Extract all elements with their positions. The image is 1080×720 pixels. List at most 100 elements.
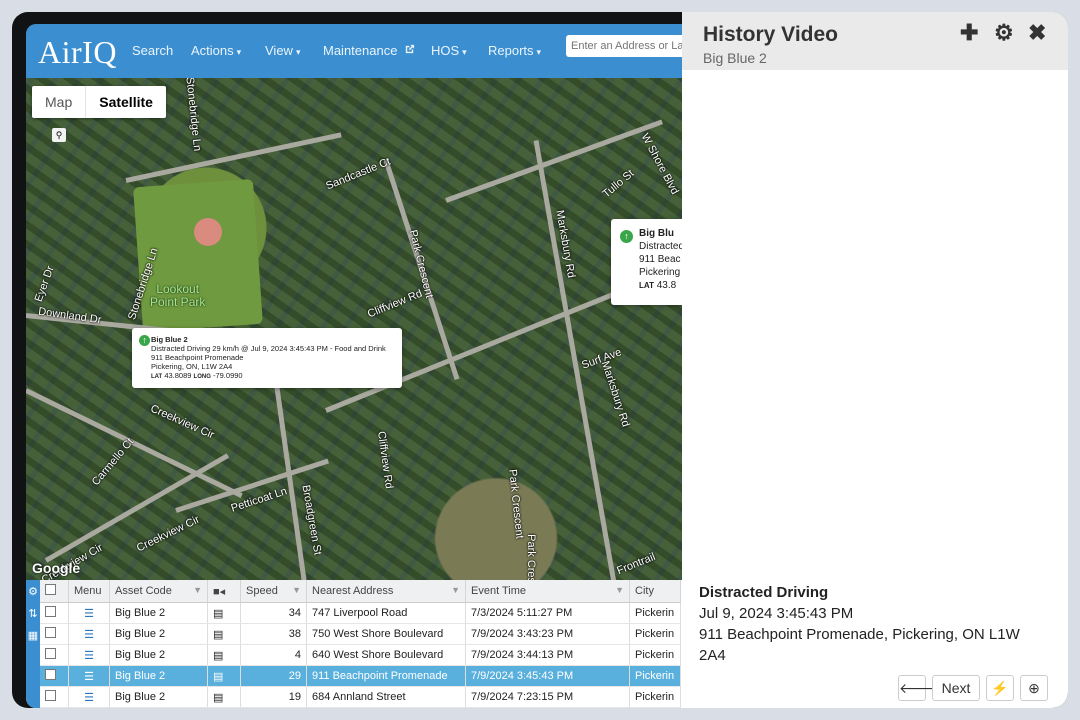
caret-down-icon: ▾ — [236, 47, 242, 57]
film-icon[interactable]: ▤ — [207, 602, 241, 624]
menu-icon[interactable]: ☰ — [68, 665, 110, 687]
lat-label: LAT — [151, 374, 163, 380]
fleet-app: AirIQ Search Actions ▾ View ▾ Maintenance … — [26, 24, 682, 708]
filter-icon[interactable]: ▼ — [292, 585, 301, 595]
nav-hos[interactable]: HOS ▾ — [431, 43, 467, 58]
event-grid: ⚙ ⇅ ▦ Menu Asset Code ▼ ■◂ Speed ▼ Nearest… — [26, 580, 682, 708]
target-button[interactable]: ⊕ — [1020, 675, 1048, 701]
prev-button[interactable]: 🡐 — [898, 675, 937, 701]
cell-speed: 38 — [240, 623, 307, 645]
street-label: Downland Dr — [37, 305, 103, 327]
long-value: -79.0990 — [212, 371, 243, 380]
external-link-icon — [405, 44, 415, 54]
airiq-logo[interactable]: AirIQ — [38, 34, 117, 71]
table-row[interactable]: ☰ Big Blue 2 ▤ 19 684 Annland Street 7/9… — [40, 686, 681, 708]
gear-icon[interactable]: ⚙ — [994, 20, 1014, 46]
popup-address-line2: Pickering, ON, L1W 2A4 — [151, 362, 233, 371]
lat-value: 43.8 — [656, 280, 677, 291]
event-popup-secondary[interactable]: ↑ Big Blu Distracted 911 Beac Pickering … — [611, 219, 682, 305]
map-type-map-button[interactable]: Map — [32, 86, 85, 118]
gear-icon[interactable]: ⚙ — [26, 585, 40, 602]
col-event-time[interactable]: Event Time ▼ — [465, 580, 630, 603]
street-label: Tullo St — [600, 167, 637, 201]
lat-label: LAT — [639, 281, 654, 290]
nav-reports[interactable]: Reports ▾ — [488, 43, 541, 58]
film-icon[interactable]: ▤ — [207, 623, 241, 645]
cell-city: Pickerin — [629, 686, 681, 708]
menu-icon[interactable]: ☰ — [68, 623, 110, 645]
arrow-left-icon: 🡐 — [899, 680, 937, 696]
table-header-row: Menu Asset Code ▼ ■◂ Speed ▼ Nearest Addre… — [40, 580, 681, 603]
street-label: Cliffview Rd — [374, 430, 395, 490]
nav-label: Search — [132, 43, 174, 58]
sort-icon[interactable]: ⇅ — [26, 607, 40, 624]
google-logo: Google — [32, 560, 81, 576]
lightning-icon: ⚡ — [991, 680, 1009, 696]
col-speed[interactable]: Speed ▼ — [240, 580, 307, 603]
top-navbar: AirIQ Search Actions ▾ View ▾ Maintenance … — [26, 24, 682, 78]
col-label: Event Time — [471, 585, 527, 597]
select-all-checkbox[interactable] — [45, 584, 56, 595]
zoom-area-icon[interactable]: ⚲ — [52, 128, 66, 142]
nav-view[interactable]: View ▾ — [265, 43, 300, 58]
cell-asset: Big Blue 2 — [109, 665, 208, 687]
columns-icon[interactable]: ▦ — [26, 629, 40, 646]
menu-icon[interactable]: ☰ — [68, 686, 110, 708]
satellite-map[interactable]: Stonebridge Ln Sandcastle Ct Tullo St W … — [26, 78, 682, 580]
cell-asset: Big Blue 2 — [109, 644, 208, 666]
popup-coords: LAT 43.8 — [639, 279, 682, 292]
table-row[interactable]: ☰ Big Blue 2 ▤ 4 640 West Shore Boulevar… — [40, 644, 681, 666]
cell-asset: Big Blue 2 — [109, 686, 208, 708]
nav-search[interactable]: Search — [132, 43, 173, 58]
row-checkbox[interactable] — [45, 648, 56, 659]
col-label: Speed — [246, 585, 278, 597]
col-asset-code[interactable]: Asset Code ▼ — [109, 580, 208, 603]
row-checkbox[interactable] — [45, 606, 56, 617]
cell-city: Pickerin — [629, 623, 681, 645]
col-city: City — [629, 580, 681, 603]
next-button[interactable]: Next — [932, 675, 980, 701]
address-search-input[interactable] — [566, 35, 682, 57]
film-icon[interactable]: ▤ — [207, 686, 241, 708]
nav-maintenance[interactable]: Maintenance — [323, 43, 415, 58]
road — [273, 380, 308, 580]
film-icon[interactable]: ▤ — [207, 665, 241, 687]
menu-icon[interactable]: ☰ — [68, 644, 110, 666]
col-address[interactable]: Nearest Address ▼ — [306, 580, 466, 603]
history-video-panel: History Video Big Blue 2 ✚ ⚙ ✖ Distracte… — [682, 12, 1068, 708]
filter-icon[interactable]: ▼ — [615, 585, 624, 595]
filter-icon[interactable]: ▼ — [451, 585, 460, 595]
row-checkbox[interactable] — [45, 627, 56, 638]
filter-icon[interactable]: ▼ — [193, 585, 202, 595]
cell-address: 911 Beachpoint Promenade — [306, 665, 466, 687]
menu-icon[interactable]: ☰ — [68, 602, 110, 624]
popup-address-line2: Pickering — [639, 267, 681, 278]
popup-event: Distracted Driving 29 km/h @ Jul 9, 2024… — [151, 344, 386, 353]
map-type-satellite-button[interactable]: Satellite — [85, 86, 166, 118]
street-label: Carmello Ct — [89, 435, 137, 489]
cell-time: 7/9/2024 3:45:43 PM — [465, 665, 630, 687]
street-label: Park Crescent — [406, 228, 436, 300]
nav-actions[interactable]: Actions ▾ — [191, 43, 241, 58]
nav-label: Reports — [488, 43, 534, 58]
caret-down-icon: ▾ — [462, 47, 467, 57]
event-popup[interactable]: ↑ Big Blue 2 Distracted Driving 29 km/h … — [132, 328, 402, 388]
film-icon[interactable]: ▤ — [207, 644, 241, 666]
row-checkbox[interactable] — [45, 690, 56, 701]
lat-value: 43.8089 — [164, 371, 192, 380]
add-icon[interactable]: ✚ — [960, 20, 978, 46]
row-checkbox[interactable] — [45, 669, 56, 680]
street-label: Broadgreen St — [299, 484, 324, 556]
table-row[interactable]: ☰ Big Blue 2 ▤ 38 750 West Shore Bouleva… — [40, 623, 681, 645]
close-icon[interactable]: ✖ — [1028, 20, 1046, 46]
table-row[interactable]: ☰ Big Blue 2 ▤ 34 747 Liverpool Road 7/3… — [40, 602, 681, 624]
event-details: Distracted Driving Jul 9, 2024 3:45:43 P… — [699, 582, 1049, 666]
cell-speed: 29 — [240, 665, 307, 687]
arrow-up-pin-icon: ↑ — [139, 335, 150, 346]
flash-button[interactable]: ⚡ — [986, 675, 1014, 701]
street-label: Park Crescent — [524, 534, 537, 580]
popup-coords: LAT 43.8089 LONG -79.0990 — [151, 371, 386, 382]
caret-down-icon: ▾ — [295, 47, 301, 57]
table-row-selected[interactable]: ☰ Big Blue 2 ▤ 29 911 Beachpoint Promena… — [40, 665, 681, 687]
panel-header: History Video Big Blue 2 ✚ ⚙ ✖ — [682, 12, 1068, 70]
